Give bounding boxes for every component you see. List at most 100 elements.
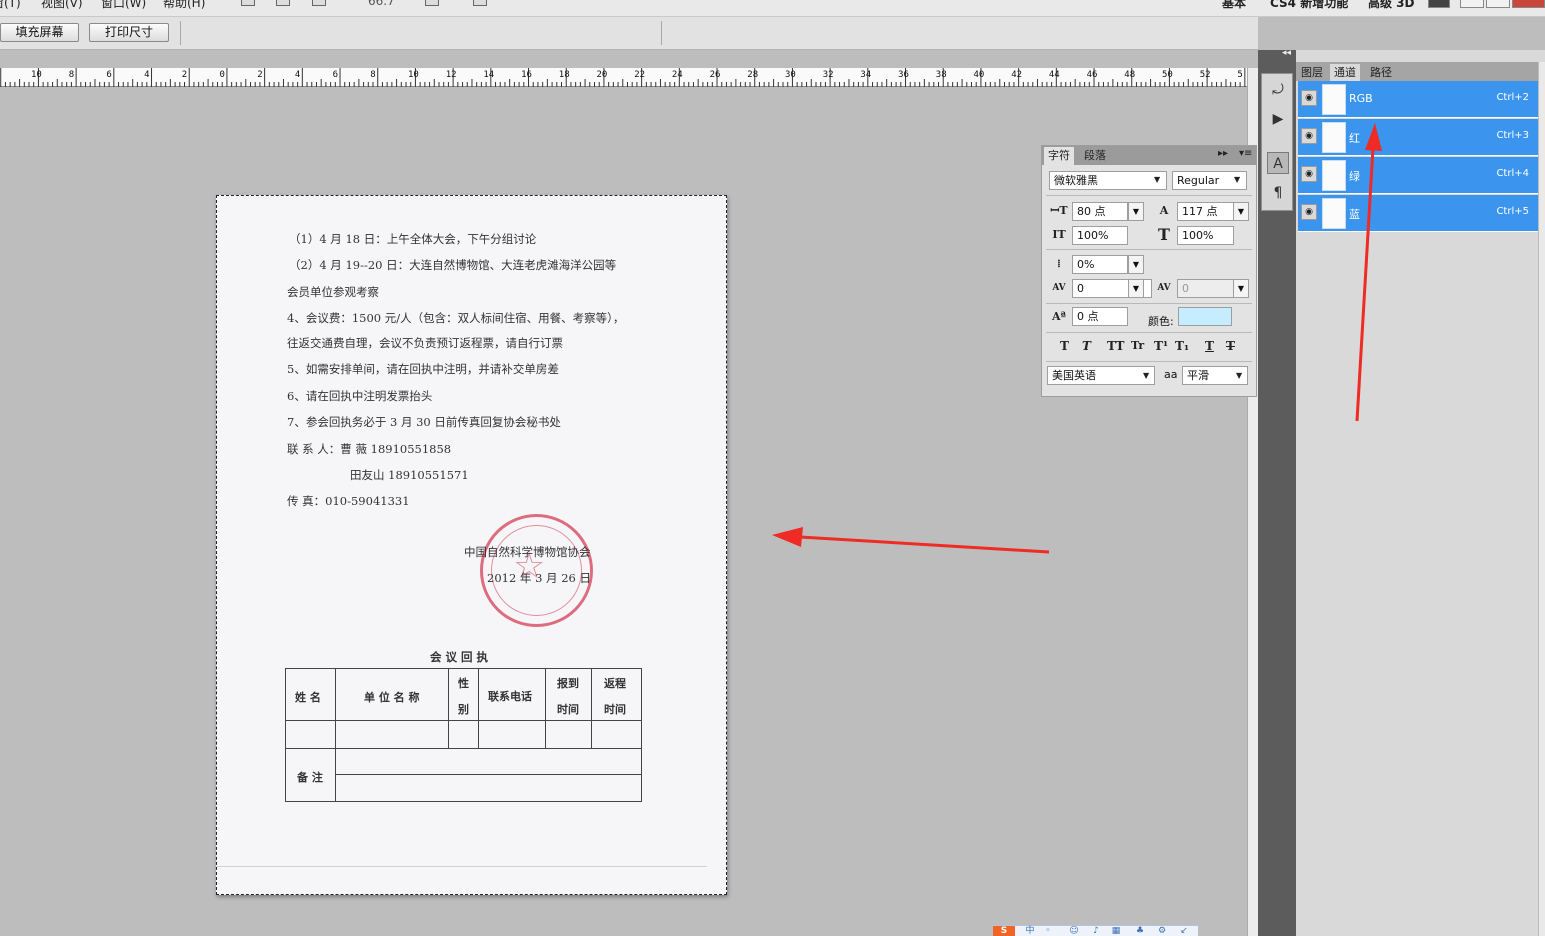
ruler-label: 46 [1086,70,1098,80]
tab-paths[interactable]: 路径 [1366,64,1396,81]
horizontal-ruler[interactable]: 10 8 6 4 2 0 2 4 6 8 10 12 14 16 18 20 22 24 26 28 30 32 34 36 3… [0,68,1247,87]
channel-row-rgb[interactable]: ◉ RGB Ctrl+2 [1298,81,1538,118]
restore-icon[interactable] [1486,0,1510,8]
channels-scrollbar[interactable] [1538,62,1545,936]
character-icon[interactable]: A [1267,152,1289,174]
workspace-essentials[interactable]: 基本 [1222,0,1246,11]
leading-input[interactable]: 117 点 [1177,202,1234,221]
doc-line: 7、参会回执务必于 3 月 30 日前传真回复协会秘书处 [287,415,561,429]
menu-help[interactable]: 帮助(H) [163,0,205,11]
channel-name: 绿 [1349,170,1360,183]
eye-icon[interactable]: ◉ [1301,90,1317,106]
channel-row-blue[interactable]: ◉ 蓝 Ctrl+5 [1298,195,1538,232]
history-icon[interactable]: ⤾ [1267,79,1289,101]
language-select[interactable]: 美国英语 [1047,366,1155,385]
workspace-advanced-3d[interactable]: 高级 3D [1368,0,1415,11]
keyboard-icon[interactable]: ▦ [1111,926,1121,936]
eye-icon[interactable]: ◉ [1301,128,1317,144]
font-family-select[interactable]: 微软雅黑 [1049,171,1167,190]
channel-thumbnail [1322,198,1346,229]
doc-line: （2）4 月 19--20 日：大连自然博物馆、大连老虎滩海洋公园等 [289,258,617,272]
ruler-label: 52 [1199,70,1211,80]
fill-screen-button[interactable]: 填充屏幕 [0,23,79,42]
ruler-label: 42 [1011,70,1023,80]
sogou-logo-icon[interactable]: S [993,926,1015,936]
channel-row-red[interactable]: ◉ 红 Ctrl+3 [1298,119,1538,156]
chevron-down-icon[interactable]: ▼ [1233,202,1249,221]
options-bar: 填充屏幕 打印尺寸 [0,17,1258,50]
eye-icon[interactable]: ◉ [1301,204,1317,220]
leading-icon: A [1159,204,1169,217]
vertical-scale-input[interactable]: 100% [1072,226,1128,245]
panel-divider [1046,249,1252,250]
chevron-down-icon[interactable]: ▼ [1143,371,1149,380]
tab-character[interactable]: 字符 [1044,147,1074,165]
tsume-input[interactable]: 0% [1072,255,1128,274]
zoom-level[interactable]: 66.7 [368,0,395,8]
small-caps-button[interactable]: Tr [1131,339,1144,352]
chevron-down-icon[interactable]: ▼ [1128,279,1144,298]
faux-italic-button[interactable]: T [1082,339,1091,353]
col-arrival: 时间 [557,703,579,716]
channel-shortcut: Ctrl+2 [1496,92,1529,103]
minimize-icon[interactable] [1460,0,1484,8]
chevron-down-icon[interactable]: ▼ [1128,202,1144,221]
tab-channels[interactable]: 通道 [1330,64,1360,81]
ruler-label: 20 [596,70,608,80]
ruler-label: 8 [68,70,75,80]
horizontal-scale-icon: T [1158,225,1170,244]
underline-button[interactable]: T [1205,339,1214,353]
collapse-dock-icon[interactable]: ◂◂ [1282,48,1291,58]
workspace-menu-icon[interactable] [1428,0,1450,8]
chevron-down-icon[interactable]: ▼ [1154,175,1160,184]
emoji-icon[interactable]: ☺ [1069,926,1079,936]
close-icon[interactable] [1512,0,1545,8]
subscript-button[interactable]: T₁ [1175,339,1189,353]
tracking-input[interactable]: 0 [1177,279,1234,298]
horizontal-scale-input[interactable]: 100% [1177,226,1234,245]
ime-toolbar[interactable]: S 中 ◦ ☺ ♪ ▦ ♣ ⚙ ↙ [993,925,1198,936]
font-size-input[interactable]: 80 点 [1072,202,1128,221]
collapse-panel-icon[interactable]: ▸▸ [1218,148,1228,159]
hand-tool-icon[interactable] [241,0,255,6]
chevron-down-icon[interactable]: ▼ [1128,255,1144,274]
panel-menu-icon[interactable]: ▾≡ [1239,148,1252,159]
skin-icon[interactable]: ♣ [1135,926,1145,936]
eye-icon[interactable]: ◉ [1301,166,1317,182]
arrange-docs-icon[interactable] [425,0,439,6]
voice-icon[interactable]: ♪ [1091,926,1101,936]
tab-paragraph[interactable]: 段落 [1080,147,1110,165]
screen-mode-icon[interactable] [473,0,487,6]
chevron-down-icon[interactable]: ▼ [1236,371,1242,380]
faux-bold-button[interactable]: T [1060,339,1069,353]
doc-line: 6、请在回执中注明发票抬头 [287,389,433,403]
settings-icon[interactable]: ↙ [1179,926,1189,936]
all-caps-button[interactable]: TT [1107,339,1124,353]
kerning-icon: AV [1052,283,1066,293]
baseline-shift-input[interactable]: 0 点 [1072,307,1128,326]
print-size-button[interactable]: 打印尺寸 [89,23,169,42]
view-extras-icon[interactable] [312,0,326,6]
channel-row-green[interactable]: ◉ 绿 Ctrl+4 [1298,157,1538,194]
strikethrough-button[interactable]: T [1226,339,1235,353]
channel-name: 红 [1349,132,1360,145]
zoom-tool-icon[interactable] [276,0,290,6]
menu-window-partial[interactable]: 窗(T) [0,0,21,11]
workspace-cs4-new[interactable]: CS4 新增功能 [1270,0,1348,11]
chevron-down-icon[interactable]: ▼ [1234,175,1240,184]
tab-layers[interactable]: 图层 [1297,64,1327,81]
toolbox-icon[interactable]: ⚙ [1157,926,1167,936]
doc-scan-edge [217,866,707,867]
paragraph-icon[interactable]: ¶ [1267,182,1289,204]
superscript-button[interactable]: T¹ [1154,339,1168,353]
actions-icon[interactable]: ▶ [1267,108,1289,130]
ruler-label: 18 [558,70,570,80]
doc-line: 4、会议费：1500 元/人（包含：双人标间住宿、用餐、考察等）， [287,311,625,325]
text-color-swatch[interactable] [1178,307,1232,326]
menu-window[interactable]: 窗口(W) [101,0,146,11]
ruler-label: 16 [521,70,532,80]
chevron-down-icon[interactable]: ▼ [1233,279,1249,298]
chinese-mode-icon[interactable]: 中 [1025,926,1035,936]
menu-view[interactable]: 视图(V) [41,0,83,11]
punctuation-icon[interactable]: ◦ [1043,926,1053,936]
